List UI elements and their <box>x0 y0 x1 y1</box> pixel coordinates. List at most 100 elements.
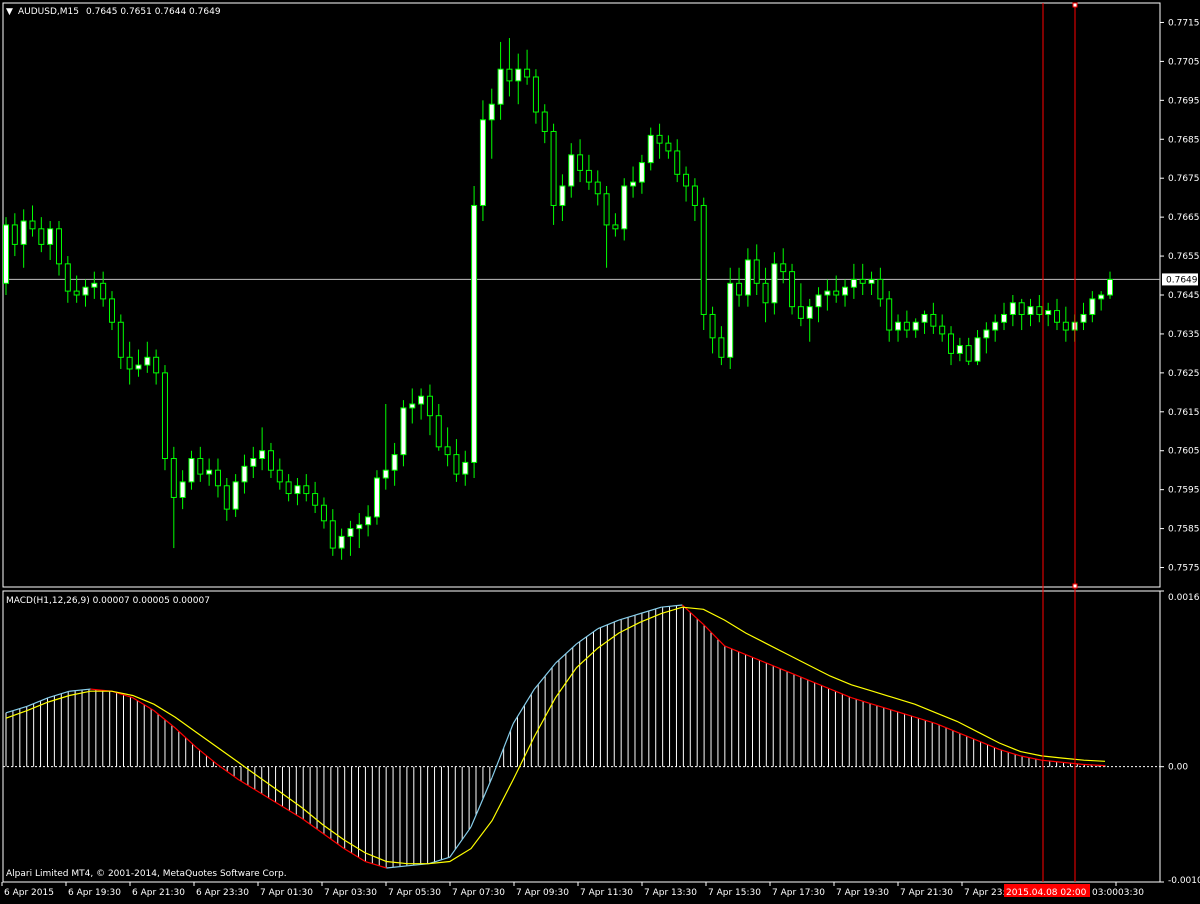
candle-body <box>515 68 522 82</box>
candle-body <box>453 454 460 475</box>
candle-body <box>214 469 221 487</box>
candle-body <box>1018 302 1025 315</box>
candle-body <box>797 306 804 319</box>
candle-body <box>506 68 513 82</box>
candle-body <box>930 313 937 327</box>
candle-body <box>29 220 36 230</box>
candle-body <box>806 306 813 319</box>
price-tick-label: 0.7595 <box>1168 486 1200 496</box>
vline-handle-bottom[interactable] <box>1072 583 1078 589</box>
candle-body <box>55 228 62 265</box>
candle-body <box>144 356 151 366</box>
candle-body <box>320 504 327 522</box>
candle-body <box>135 364 142 370</box>
candle-body <box>312 493 319 506</box>
time-tick-label: 7 Apr 01:30 <box>260 888 313 898</box>
time-tick-label: 7 Apr 09:30 <box>516 888 569 898</box>
candle-body <box>329 520 336 549</box>
candle-body <box>859 278 866 284</box>
candle-body <box>638 162 645 183</box>
candle-body <box>488 103 495 121</box>
candle-body <box>444 446 451 456</box>
candle-body <box>833 290 840 296</box>
time-tick-label: 6 Apr 23:30 <box>196 888 249 898</box>
candle-body <box>992 321 999 331</box>
ohlc-values: 0.7645 0.7651 0.7644 0.7649 <box>86 7 221 17</box>
candle-body <box>850 278 857 288</box>
candle-body <box>939 325 946 335</box>
candle-body <box>64 263 71 292</box>
candle-body <box>117 321 124 358</box>
candle-body <box>674 150 681 175</box>
candle-body <box>1054 310 1061 323</box>
candle-body <box>91 282 98 288</box>
price-tick-label: 0.7585 <box>1168 525 1200 535</box>
candle-body <box>73 290 80 296</box>
symbol-label: AUDUSD,M15 <box>18 7 79 17</box>
chart-window[interactable]: 0.7715 0.7705 0.7695 0.7685 0.7675 0.7665 0.76… <box>0 0 1200 900</box>
candle-body <box>409 403 416 409</box>
candle-body <box>206 469 213 475</box>
candle-body <box>603 193 610 226</box>
time-tick-label: 6 Apr 19:30 <box>68 888 121 898</box>
candle-body <box>38 228 45 245</box>
time-tick-label: 6 Apr 2015 <box>4 888 54 898</box>
chart-canvas[interactable]: 0.7715 0.7705 0.7695 0.7685 0.7675 0.7665 0.76… <box>0 0 1200 900</box>
candle-body <box>285 481 292 495</box>
candle-body <box>532 76 539 113</box>
candle-body <box>294 485 301 495</box>
candle-body <box>948 333 955 354</box>
candle-body <box>727 282 734 358</box>
candle-body <box>1107 278 1113 296</box>
price-tick-label: 0.7705 <box>1168 57 1200 67</box>
price-tick-label: 0.7665 <box>1168 213 1200 223</box>
candle-body <box>1080 313 1087 323</box>
candle-body <box>568 154 575 187</box>
candle-body <box>983 329 990 339</box>
candle-body <box>577 154 584 171</box>
candle-body <box>585 169 592 183</box>
macd-indicator-label: MACD(H1,12,26,9) 0.00007 0.00005 0.00007 <box>6 596 210 606</box>
candle-body <box>974 337 981 362</box>
price-tick-label: 0.7685 <box>1168 135 1200 145</box>
candle-body <box>1089 298 1096 315</box>
dropdown-arrow-icon[interactable]: ▼ <box>6 7 13 17</box>
time-tick-label: 7 Apr 17:30 <box>772 888 825 898</box>
candle-body <box>356 524 363 530</box>
candle-body <box>303 485 310 495</box>
candle-body <box>153 356 160 374</box>
candle-body <box>338 535 345 549</box>
candle-body <box>108 298 115 323</box>
candle-body <box>815 294 822 308</box>
candle-body <box>683 173 690 187</box>
time-tick-label: 7 Apr 11:30 <box>580 888 633 898</box>
candle-body <box>479 119 486 206</box>
time-tick-label: 7 Apr 21:30 <box>900 888 953 898</box>
vline-handle-top[interactable] <box>1072 2 1078 8</box>
candle-body <box>550 130 557 206</box>
candle-body <box>347 528 354 537</box>
candle-body <box>736 282 743 296</box>
candle-body <box>11 224 18 245</box>
candle-body <box>753 259 760 284</box>
candle-body <box>541 111 548 132</box>
candle-body <box>497 68 504 105</box>
price-tick-label: 0.7615 <box>1168 408 1200 418</box>
candle-body <box>259 450 266 460</box>
candle-body <box>1036 306 1043 315</box>
candle-body <box>842 286 849 296</box>
price-tick-label: 0.7655 <box>1168 252 1200 262</box>
candle-body <box>895 321 902 331</box>
price-tick-label: 0.7625 <box>1168 369 1200 379</box>
price-tick-label: 0.7715 <box>1168 18 1200 28</box>
candle-body <box>903 321 910 331</box>
candle-body <box>868 278 875 284</box>
candle-body <box>276 469 283 483</box>
candle-body <box>700 204 707 315</box>
candle-body <box>1001 313 1008 323</box>
time-tick-label: 7 Apr 23: <box>964 888 1006 898</box>
candle-body <box>1098 294 1105 300</box>
candle-body <box>647 134 654 164</box>
candle-body <box>965 345 972 362</box>
candle-body <box>762 282 769 304</box>
